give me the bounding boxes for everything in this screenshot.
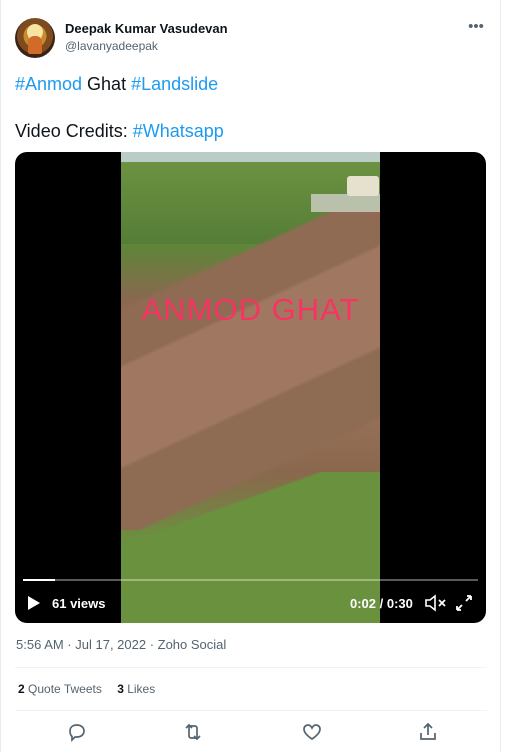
play-icon[interactable]	[28, 596, 40, 610]
more-horizontal-icon[interactable]: •••	[465, 18, 487, 40]
road-edge	[311, 194, 380, 212]
divider	[15, 667, 487, 668]
hashtag-whatsapp[interactable]: #Whatsapp	[133, 121, 224, 141]
expand-icon[interactable]	[454, 593, 474, 613]
side-gutter	[501, 0, 507, 752]
divider	[15, 710, 487, 711]
tweet-meta[interactable]: 5:56 AM · Jul 17, 2022 · Zoho Social	[16, 637, 226, 652]
left-border	[0, 0, 1, 752]
hashtag-anmod[interactable]: #Anmod	[15, 74, 82, 94]
tweet-line-1: #Anmod Ghat #Landslide	[15, 72, 218, 96]
tweet-actions	[15, 720, 487, 744]
likes-label: Likes	[123, 682, 156, 696]
share-icon[interactable]	[416, 720, 440, 744]
video-player[interactable]: ANMOD GHAT 61 views 0:02 / 0:30	[15, 152, 486, 623]
video-credits-label: Video Credits:	[15, 121, 133, 141]
hashtag-landslide[interactable]: #Landslide	[131, 74, 218, 94]
like-icon[interactable]	[300, 720, 324, 744]
view-count: 61 views	[52, 596, 106, 611]
video-time: 0:02 / 0:30	[350, 596, 413, 611]
retweet-icon[interactable]	[181, 720, 205, 744]
avatar-figure	[28, 36, 42, 54]
progress-fill	[23, 579, 55, 581]
reply-icon[interactable]	[65, 720, 89, 744]
video-controls: 61 views 0:02 / 0:30	[15, 588, 486, 620]
quote-tweets-count: 2	[18, 682, 25, 696]
progress-bar[interactable]	[23, 579, 478, 581]
likes-count: 3	[117, 682, 124, 696]
quote-tweets-stat[interactable]: 2 Quote Tweets	[18, 682, 102, 696]
tweet-stats: 2 Quote Tweets 3 Likes	[18, 682, 155, 696]
video-overlay-text: ANMOD GHAT	[141, 292, 360, 327]
likes-stat[interactable]: 3 Likes	[117, 682, 155, 696]
author-handle[interactable]: @lavanyadeepak	[65, 39, 158, 53]
tweet-word-ghat: Ghat	[82, 74, 132, 94]
avatar[interactable]	[15, 18, 55, 58]
tweet-header: Deepak Kumar Vasudevan @lavanyadeepak ••…	[15, 18, 487, 60]
author-name[interactable]: Deepak Kumar Vasudevan	[65, 21, 228, 36]
sky-strip	[121, 152, 380, 162]
quote-tweets-label: Quote Tweets	[24, 682, 102, 696]
truck	[347, 176, 379, 196]
tweet-line-2: Video Credits: #Whatsapp	[15, 119, 224, 143]
mute-icon[interactable]	[425, 594, 447, 612]
video-frame[interactable]: ANMOD GHAT	[121, 152, 380, 623]
